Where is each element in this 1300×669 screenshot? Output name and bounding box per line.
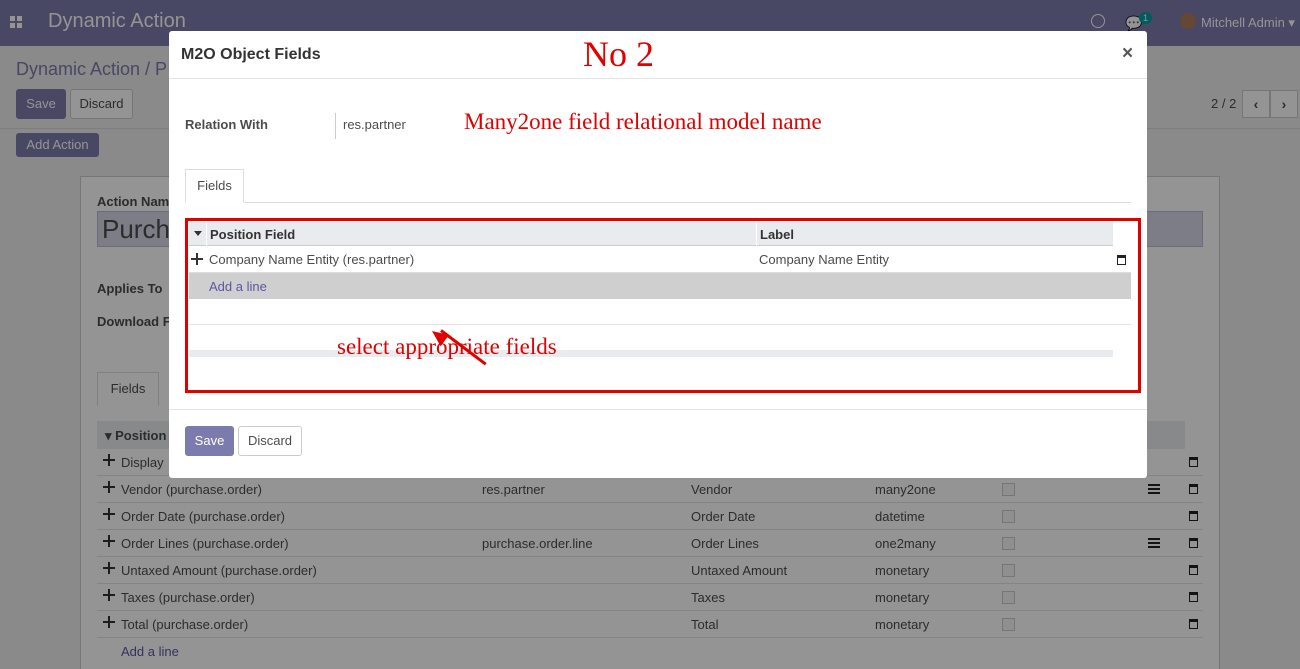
m2o-object-fields-dialog: M2O Object Fields No 2 × Relation With r… [169,31,1147,478]
modal-discard-button[interactable]: Discard [238,426,302,456]
fields-annotation: select appropriate fields [337,334,557,359]
footer-divider [169,409,1147,410]
step-annotation: No 2 [583,34,654,74]
modal-title: M2O Object Fields [181,46,321,63]
relation-annotation: Many2one field relational model name [464,109,822,134]
tab-underline [185,202,1131,203]
field-divider [335,113,336,139]
relation-with-label: Relation With [185,117,268,132]
modal-save-button[interactable]: Save [185,426,234,456]
header-divider [169,78,1147,79]
modal-tab-fields[interactable]: Fields [185,169,244,203]
relation-with-value: res.partner [343,117,406,132]
close-icon[interactable]: × [1122,43,1133,65]
highlight-box [185,218,1141,393]
